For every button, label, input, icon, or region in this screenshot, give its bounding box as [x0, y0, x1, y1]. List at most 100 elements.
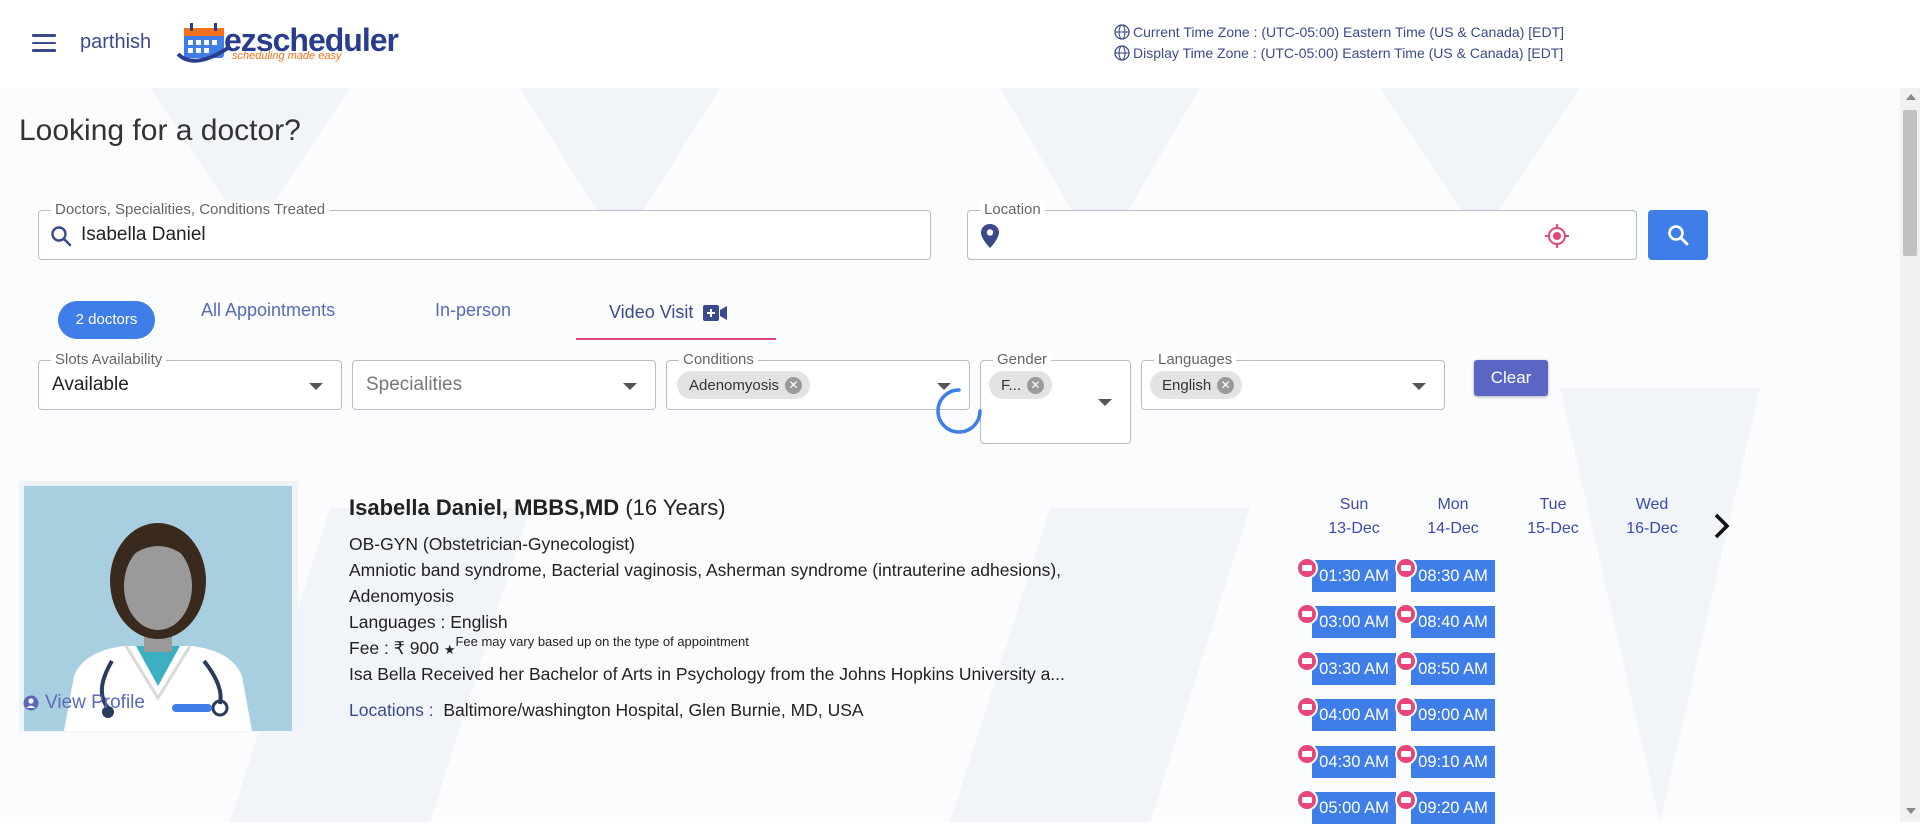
location-field[interactable]: Location: [967, 201, 1637, 260]
search-icon: [1668, 225, 1689, 246]
fee-note: Fee may vary based up on the type of app…: [455, 634, 749, 649]
doctor-search-input[interactable]: Isabella Daniel: [81, 224, 881, 246]
chip-remove-icon[interactable]: ✕: [1217, 376, 1235, 394]
doctor-conditions-line1: Amniotic band syndrome, Bacterial vagino…: [349, 560, 1062, 580]
gender-select[interactable]: Gender F... ✕: [980, 351, 1131, 444]
video-slot-icon: [1296, 650, 1318, 672]
user-circle-icon: [23, 695, 39, 711]
current-timezone: Current Time Zone : (UTC-05:00) Eastern …: [1114, 24, 1564, 40]
tab-video-visit[interactable]: Video Visit: [609, 302, 728, 323]
location-input[interactable]: [1012, 223, 1532, 249]
fee-star-icon: ★: [443, 642, 456, 657]
time-slot[interactable]: 04:30 AM: [1312, 746, 1396, 778]
page-title: Looking for a doctor?: [19, 114, 301, 147]
locations-value: Baltimore/washington Hospital, Glen Burn…: [443, 700, 864, 720]
time-slot[interactable]: 08:50 AM: [1411, 653, 1495, 685]
language-chip-label: English: [1162, 376, 1212, 394]
specialities-select[interactable]: Specialities: [352, 360, 656, 410]
time-slot[interactable]: 04:00 AM: [1312, 699, 1396, 731]
doctor-locations: Locations : Baltimore/washington Hospita…: [349, 700, 864, 721]
locations-label: Locations :: [349, 700, 434, 720]
day-header-wed: Wed 16-Dec: [1612, 493, 1692, 541]
search-button[interactable]: [1648, 210, 1708, 260]
search-icon: [51, 226, 72, 247]
video-slot-icon: [1395, 603, 1417, 625]
time-slot[interactable]: 03:30 AM: [1312, 653, 1396, 685]
scroll-down-arrow-icon[interactable]: [1906, 808, 1916, 814]
time-slot[interactable]: 09:10 AM: [1411, 746, 1495, 778]
tab-video-visit-label: Video Visit: [609, 302, 694, 322]
doctor-search-field[interactable]: Doctors, Specialities, Conditions Treate…: [38, 201, 931, 260]
gender-chip[interactable]: F... ✕: [989, 371, 1053, 399]
doctor-search-label: Doctors, Specialities, Conditions Treate…: [51, 201, 330, 219]
scroll-up-arrow-icon[interactable]: [1906, 94, 1916, 100]
time-slot[interactable]: 09:20 AM: [1411, 792, 1495, 824]
current-timezone-text: Current Time Zone : (UTC-05:00) Eastern …: [1133, 24, 1565, 40]
video-slot-icon: [1395, 696, 1417, 718]
day-header-sun: Sun 13-Dec: [1314, 493, 1394, 541]
day-name: Tue: [1539, 496, 1567, 513]
languages-label: Languages: [1154, 351, 1237, 369]
day-date: 14-Dec: [1427, 520, 1479, 537]
video-slot-icon: [1296, 696, 1318, 718]
dropdown-caret-icon: [623, 383, 637, 390]
video-slot-icon: [1296, 557, 1318, 579]
day-date: 15-Dec: [1527, 520, 1579, 537]
time-slot[interactable]: 08:30 AM: [1411, 560, 1495, 592]
condition-chip[interactable]: Adenomyosis ✕: [677, 371, 811, 399]
my-location-icon[interactable]: [1544, 223, 1570, 249]
doctor-name: Isabella Daniel, MBBS,MD: [349, 495, 620, 520]
location-label: Location: [980, 201, 1045, 219]
chip-remove-icon[interactable]: ✕: [1027, 376, 1045, 394]
tab-in-person[interactable]: In-person: [435, 300, 511, 321]
active-tab-indicator: [576, 338, 776, 340]
view-profile-link[interactable]: View Profile: [23, 692, 145, 714]
tab-all-appointments[interactable]: All Appointments: [201, 300, 335, 321]
scroll-thumb[interactable]: [1903, 110, 1917, 256]
video-slot-icon: [1395, 743, 1417, 765]
display-timezone[interactable]: Display Time Zone : (UTC-05:00) Eastern …: [1114, 45, 1563, 61]
app-logo[interactable]: ezscheduler scheduling made easy: [174, 18, 399, 68]
day-header-tue: Tue 15-Dec: [1513, 493, 1593, 541]
slots-availability-label: Slots Availability: [51, 351, 167, 369]
app-header: parthish ezscheduler scheduling made eas…: [0, 0, 1920, 88]
video-slot-icon: [1296, 789, 1318, 811]
slots-availability-value: Available: [52, 374, 129, 395]
language-chip[interactable]: English ✕: [1150, 371, 1243, 399]
page-scrollbar[interactable]: [1900, 88, 1920, 822]
globe-icon: [1114, 24, 1130, 40]
logo-tagline: scheduling made easy: [232, 50, 342, 62]
specialities-placeholder: Specialities: [366, 374, 463, 395]
day-name: Sun: [1339, 496, 1369, 513]
gender-label: Gender: [993, 351, 1052, 369]
menu-icon[interactable]: [32, 34, 56, 52]
languages-select[interactable]: Languages English ✕: [1141, 351, 1445, 410]
video-slot-icon: [1296, 603, 1318, 625]
time-slot[interactable]: 05:00 AM: [1312, 792, 1396, 824]
day-name: Mon: [1437, 496, 1469, 513]
video-slot-icon: [1395, 557, 1417, 579]
time-slot[interactable]: 08:40 AM: [1411, 606, 1495, 638]
conditions-select[interactable]: Conditions Adenomyosis ✕: [666, 351, 970, 410]
location-pin-icon: [981, 224, 999, 248]
video-slot-icon: [1296, 743, 1318, 765]
condition-chip-label: Adenomyosis: [689, 376, 780, 394]
conditions-label: Conditions: [679, 351, 758, 369]
dropdown-caret-icon: [309, 383, 323, 390]
doctor-specialty: OB-GYN (Obstetrician-Gynecologist): [349, 534, 635, 554]
chevron-right-icon[interactable]: [1712, 512, 1732, 540]
doctor-experience: (16 Years): [625, 495, 726, 520]
time-slot[interactable]: 01:30 AM: [1312, 560, 1396, 592]
time-slot[interactable]: 09:00 AM: [1411, 699, 1495, 731]
video-slot-icon: [1395, 650, 1417, 672]
time-slot[interactable]: 03:00 AM: [1312, 606, 1396, 638]
slots-availability-select[interactable]: Slots Availability Available: [38, 351, 342, 410]
doctor-conditions-line2: Adenomyosis: [349, 586, 455, 606]
chip-remove-icon[interactable]: ✕: [785, 376, 803, 394]
doctor-bio: Isa Bella Received her Bachelor of Arts …: [349, 664, 1065, 684]
username: parthish: [80, 31, 152, 53]
day-date: 13-Dec: [1328, 520, 1380, 537]
doctor-name-heading[interactable]: Isabella Daniel, MBBS,MD (16 Years): [349, 495, 726, 521]
display-timezone-text: Display Time Zone : (UTC-05:00) Eastern …: [1133, 45, 1564, 61]
clear-filters-button[interactable]: Clear: [1474, 360, 1548, 396]
